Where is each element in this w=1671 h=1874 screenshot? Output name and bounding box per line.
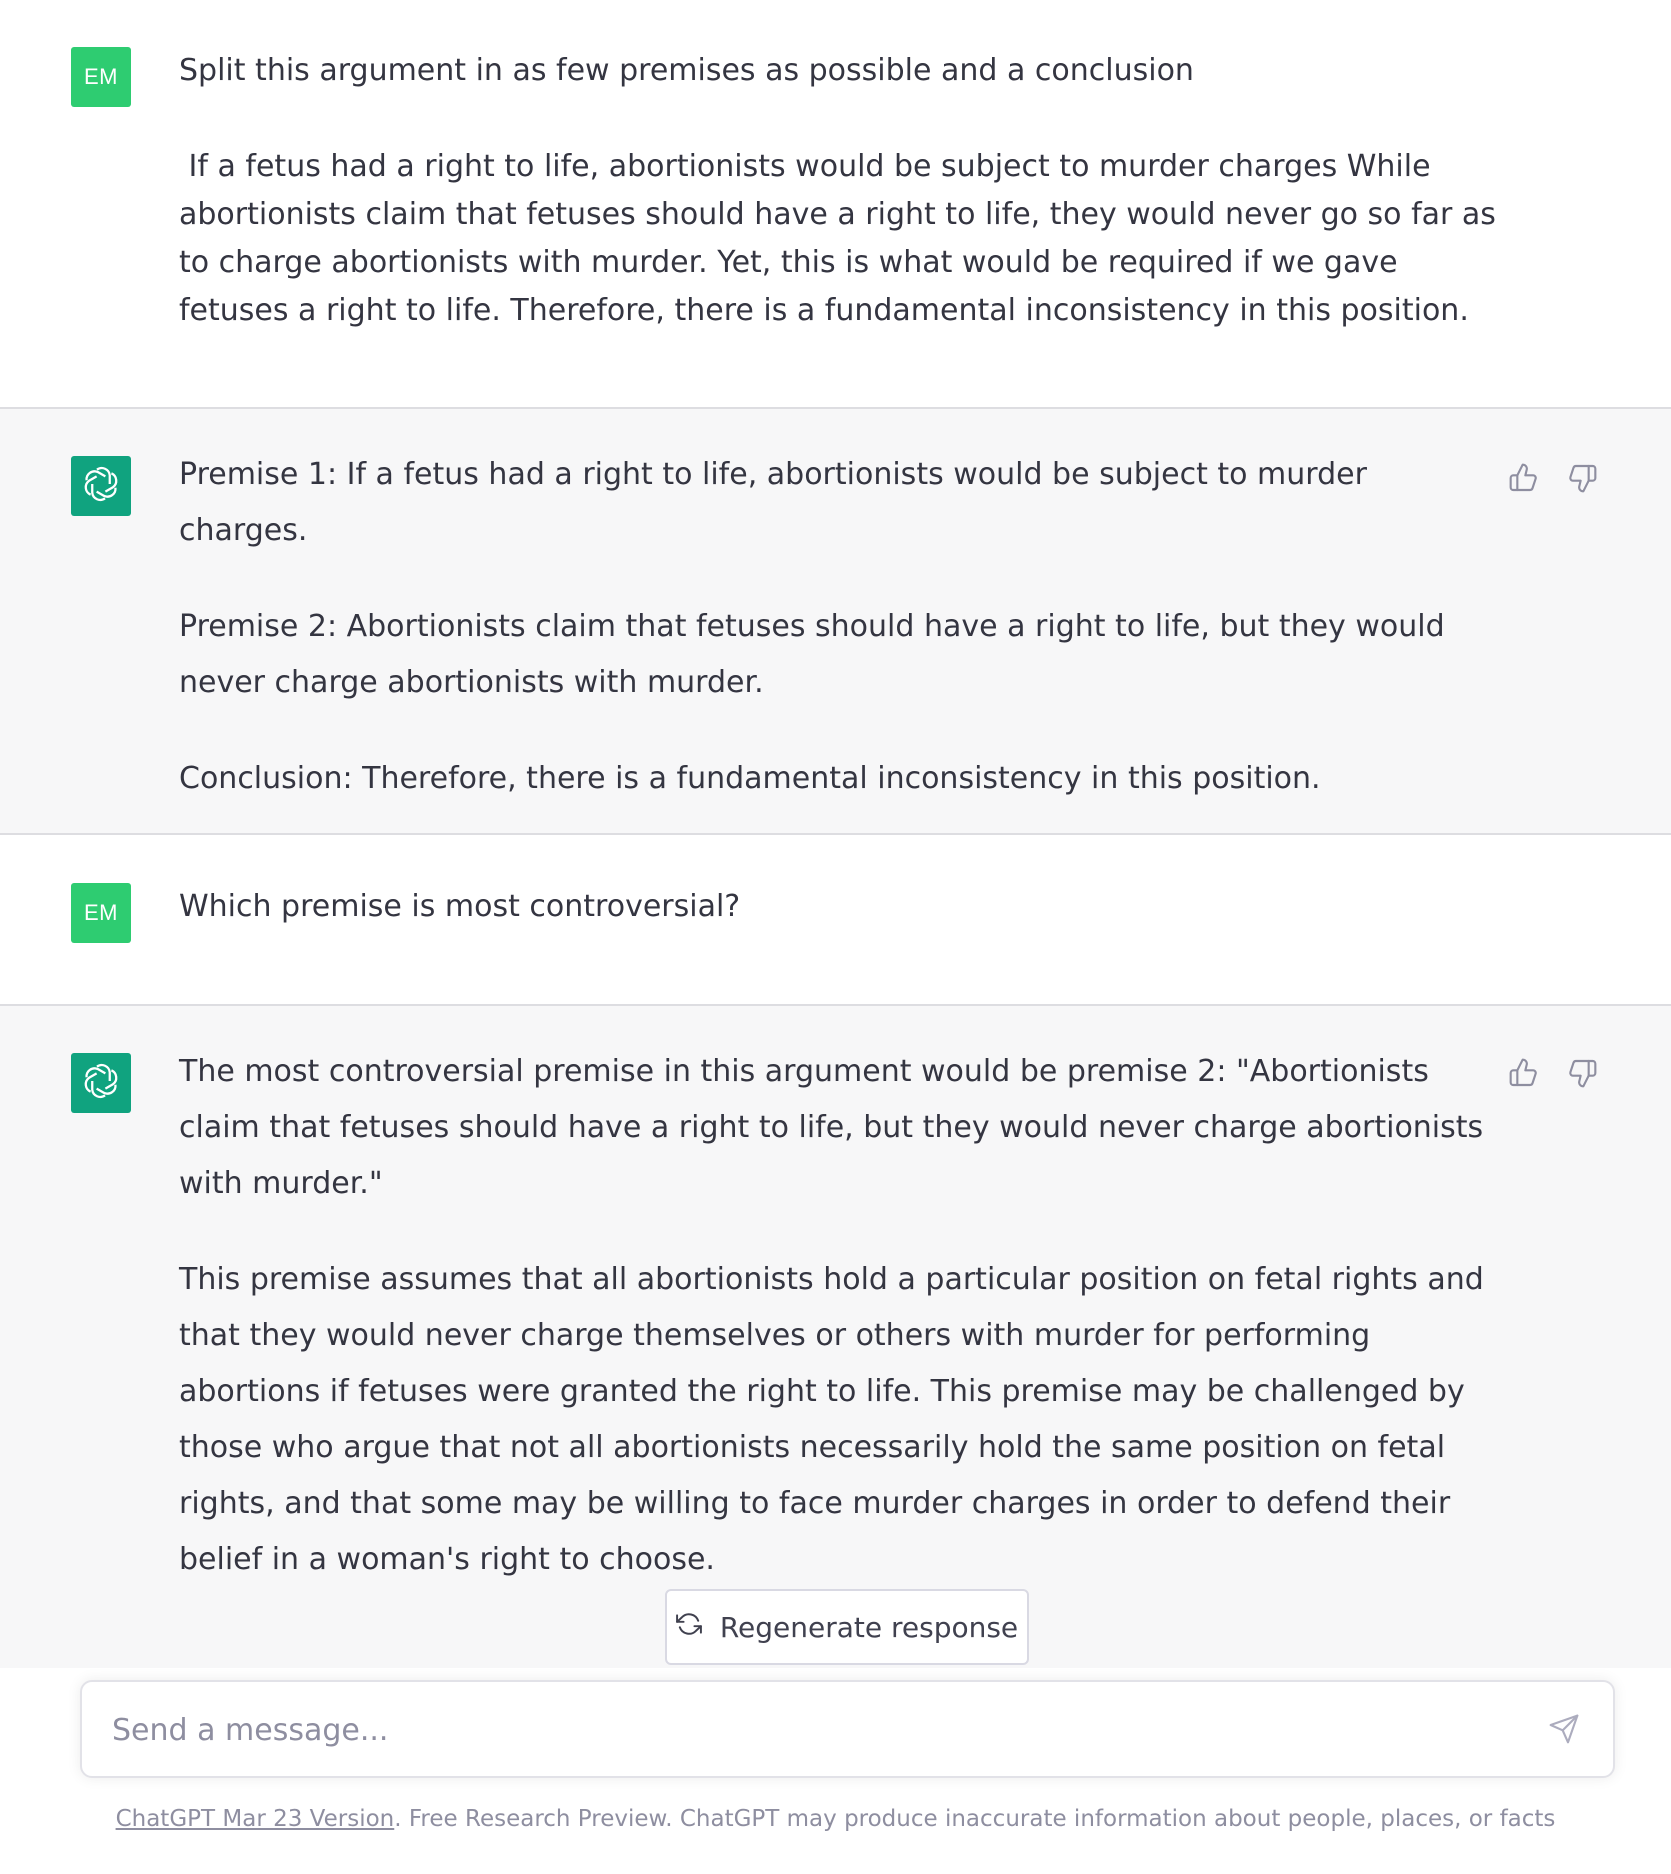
thumbs-down-button[interactable] [1565, 1058, 1599, 1092]
composer-area: ChatGPT Mar 23 Version. Free Research Pr… [0, 1668, 1671, 1874]
send-icon [1548, 1713, 1580, 1749]
feedback-buttons [1507, 463, 1599, 497]
version-link[interactable]: ChatGPT Mar 23 Version [116, 1806, 395, 1832]
message-text: The most controversial premise in this a… [179, 1044, 1489, 1588]
message-paragraph: Premise 1: If a fetus had a right to lif… [179, 457, 1367, 548]
message-paragraph: Split this argument in as few premises a… [179, 53, 1194, 88]
thumbs-down-icon [1566, 462, 1598, 498]
assistant-message-turn: Premise 1: If a fetus had a right to lif… [0, 409, 1671, 835]
message-text: Premise 1: If a fetus had a right to lif… [179, 447, 1489, 807]
openai-logo-icon [80, 463, 122, 509]
message-text: Split this argument in as few premises a… [179, 47, 1499, 335]
message-paragraph: Conclusion: Therefore, there is a fundam… [179, 761, 1321, 796]
message-composer [80, 1680, 1615, 1778]
message-paragraph: Which premise is most controversial? [179, 889, 741, 924]
regenerate-label: Regenerate response [719, 1610, 1019, 1644]
user-message-turn: EM Which premise is most controversial? [0, 835, 1671, 1006]
thumbs-down-button[interactable] [1565, 463, 1599, 497]
send-button[interactable] [1545, 1712, 1583, 1750]
thumbs-up-icon [1508, 1057, 1540, 1093]
assistant-message-turn: The most controversial premise in this a… [0, 1006, 1671, 1668]
assistant-avatar [71, 456, 131, 516]
user-avatar: EM [71, 883, 131, 943]
message-input[interactable] [112, 1704, 1512, 1756]
footer-disclaimer: ChatGPT Mar 23 Version. Free Research Pr… [0, 1806, 1671, 1832]
message-text: Which premise is most controversial? [179, 883, 1499, 931]
user-avatar-initials: EM [84, 900, 118, 925]
user-avatar-initials: EM [84, 64, 118, 89]
thumbs-up-icon [1508, 462, 1540, 498]
feedback-buttons [1507, 1058, 1599, 1092]
user-message-turn: EM Split this argument in as few premise… [0, 0, 1671, 409]
openai-logo-icon [80, 1060, 122, 1106]
regenerate-response-button[interactable]: Regenerate response [665, 1589, 1029, 1665]
message-paragraph: If a fetus had a right to life, abortion… [179, 149, 1506, 328]
message-paragraph: Premise 2: Abortionists claim that fetus… [179, 609, 1445, 700]
thumbs-down-icon [1566, 1057, 1598, 1093]
message-paragraph: This premise assumes that all abortionis… [179, 1262, 1484, 1577]
assistant-avatar [71, 1053, 131, 1113]
disclaimer-text: . Free Research Preview. ChatGPT may pro… [394, 1806, 1556, 1832]
thumbs-up-button[interactable] [1507, 1058, 1541, 1092]
refresh-icon [675, 1611, 702, 1644]
thumbs-up-button[interactable] [1507, 463, 1541, 497]
message-paragraph: The most controversial premise in this a… [179, 1054, 1484, 1201]
user-avatar: EM [71, 47, 131, 107]
